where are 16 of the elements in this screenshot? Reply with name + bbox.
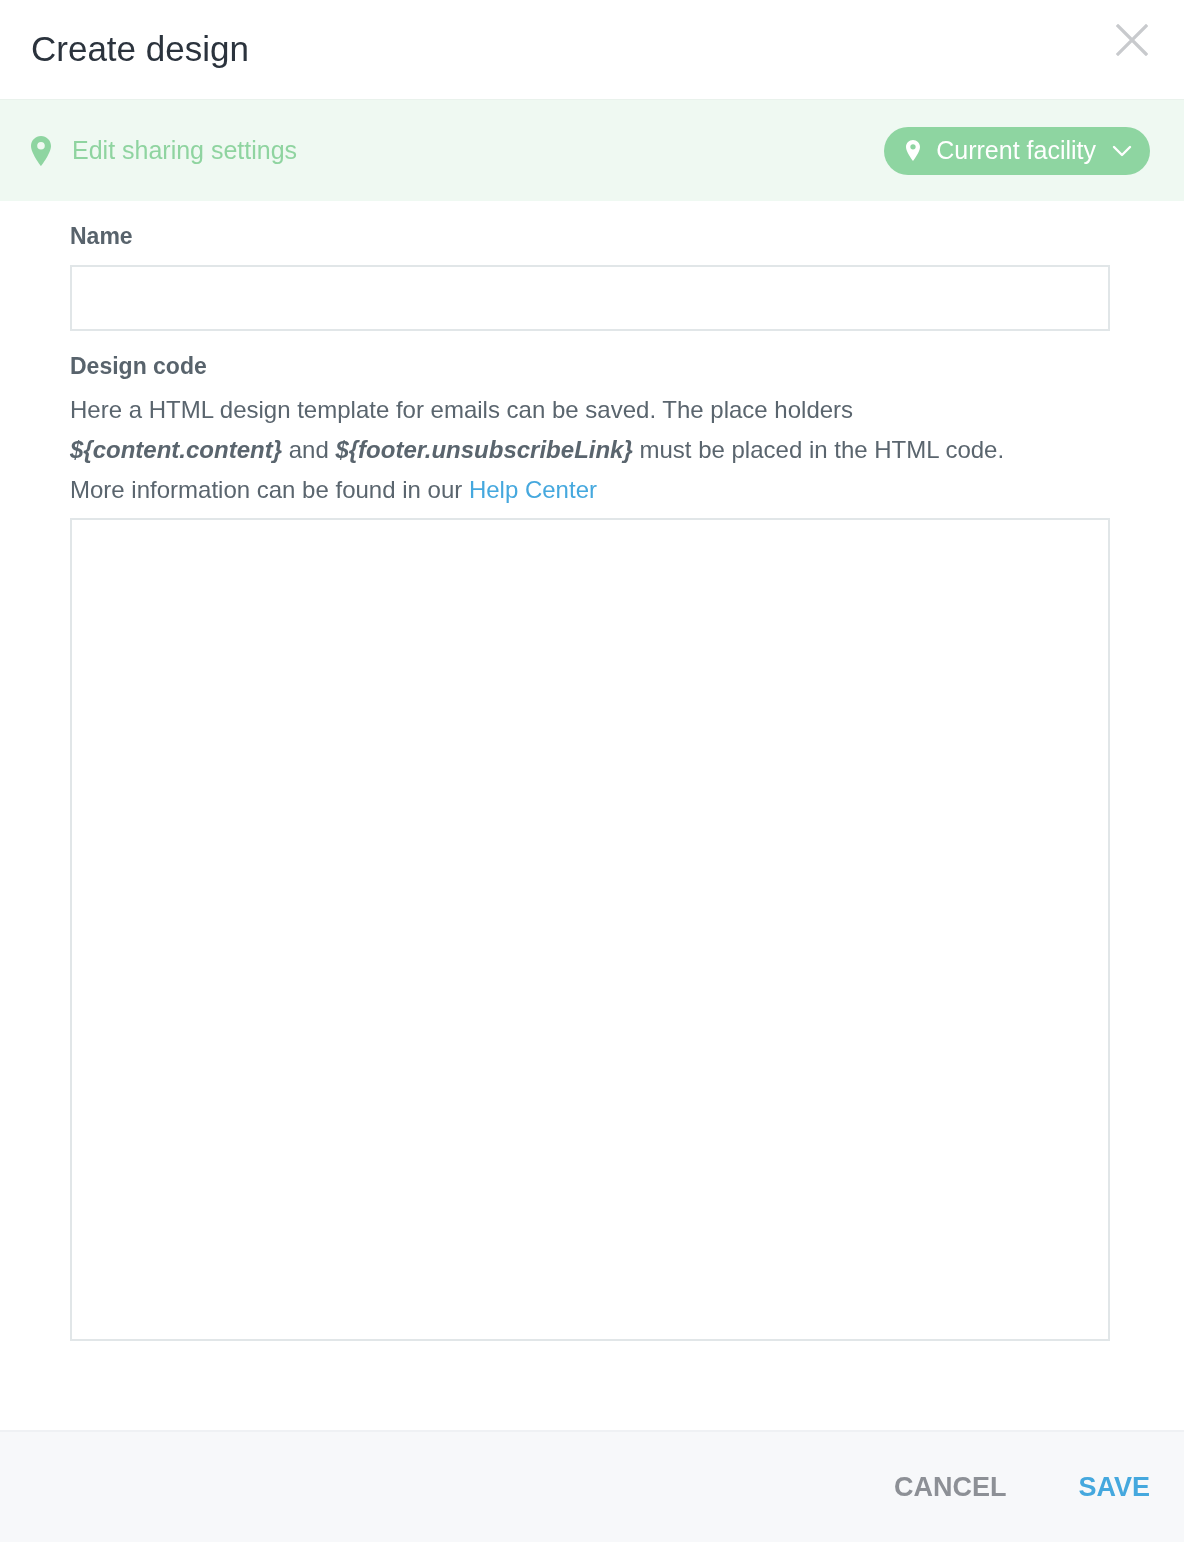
location-pin-icon xyxy=(31,135,51,166)
cancel-button[interactable]: CANCEL xyxy=(885,1463,1015,1511)
chevron-down-icon xyxy=(1112,144,1132,157)
facility-dropdown[interactable]: Current facility xyxy=(884,126,1150,175)
dialog-title: Create design xyxy=(31,28,249,70)
location-pin-icon xyxy=(906,140,921,161)
sharing-settings-link[interactable]: Edit sharing settings xyxy=(72,136,298,165)
help-center-link[interactable]: Help Center xyxy=(468,476,597,503)
close-button[interactable] xyxy=(1116,23,1148,56)
field-label: Design code xyxy=(70,353,208,380)
design-code-textarea[interactable] xyxy=(70,518,1110,1341)
name-input[interactable] xyxy=(70,265,1110,331)
close-icon xyxy=(1116,23,1148,56)
field-label: Name xyxy=(70,223,134,250)
save-button[interactable]: SAVE xyxy=(1070,1463,1158,1511)
design-code-description: Here a HTML design template for emails can be saved. The place holders ${content.content} and ${footer.unsubscribeLink} must be placed in the HTML code. More information can be found in our Help Center xyxy=(70,395,1006,505)
